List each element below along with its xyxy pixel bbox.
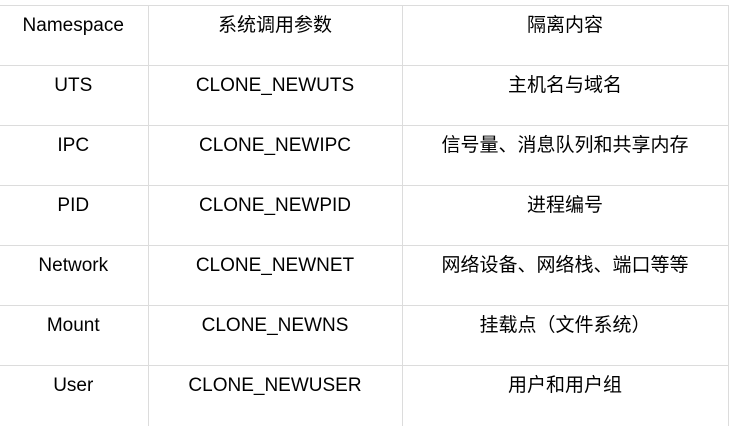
header-row: Namespace 系统调用参数 隔离内容 xyxy=(0,5,729,66)
namespace-cell: PID xyxy=(0,185,149,246)
syscall-param-cell: CLONE_NEWUTS xyxy=(147,65,403,126)
table-row: UTS CLONE_NEWUTS 主机名与域名 xyxy=(0,65,729,126)
namespace-table: Namespace 系统调用参数 隔离内容 UTS CLONE_NEWUTS 主机名与域名… xyxy=(0,5,729,426)
namespace-cell: Namespace xyxy=(0,5,149,66)
syscall-param-cell: CLONE_NEWNS xyxy=(147,305,403,366)
table-row: IPC CLONE_NEWIPC 信号量、消息队列和共享内存 xyxy=(0,125,729,186)
syscall-param-cell: 系统调用参数 xyxy=(147,5,403,66)
table-row: Mount CLONE_NEWNS 挂载点（文件系统） xyxy=(0,305,729,366)
syscall-param-cell: CLONE_NEWIPC xyxy=(147,125,403,186)
isolation-content-cell: 信号量、消息队列和共享内存 xyxy=(401,125,729,186)
table-row: Network CLONE_NEWNET 网络设备、网络栈、端口等等 xyxy=(0,245,729,306)
isolation-content-cell: 进程编号 xyxy=(401,185,729,246)
table-row: PID CLONE_NEWPID 进程编号 xyxy=(0,185,729,246)
namespace-cell: User xyxy=(0,365,149,426)
table-row: User CLONE_NEWUSER 用户和用户组 xyxy=(0,365,729,426)
namespace-cell: UTS xyxy=(0,65,149,126)
isolation-content-cell: 挂载点（文件系统） xyxy=(401,305,729,366)
syscall-param-cell: CLONE_NEWPID xyxy=(147,185,403,246)
isolation-content-cell: 网络设备、网络栈、端口等等 xyxy=(401,245,729,306)
syscall-param-cell: CLONE_NEWUSER xyxy=(147,365,403,426)
isolation-content-cell: 主机名与域名 xyxy=(401,65,729,126)
isolation-content-cell: 用户和用户组 xyxy=(401,365,729,426)
namespace-cell: IPC xyxy=(0,125,149,186)
namespace-cell: Mount xyxy=(0,305,149,366)
isolation-content-cell: 隔离内容 xyxy=(401,5,729,66)
syscall-param-cell: CLONE_NEWNET xyxy=(147,245,403,306)
namespace-cell: Network xyxy=(0,245,149,306)
